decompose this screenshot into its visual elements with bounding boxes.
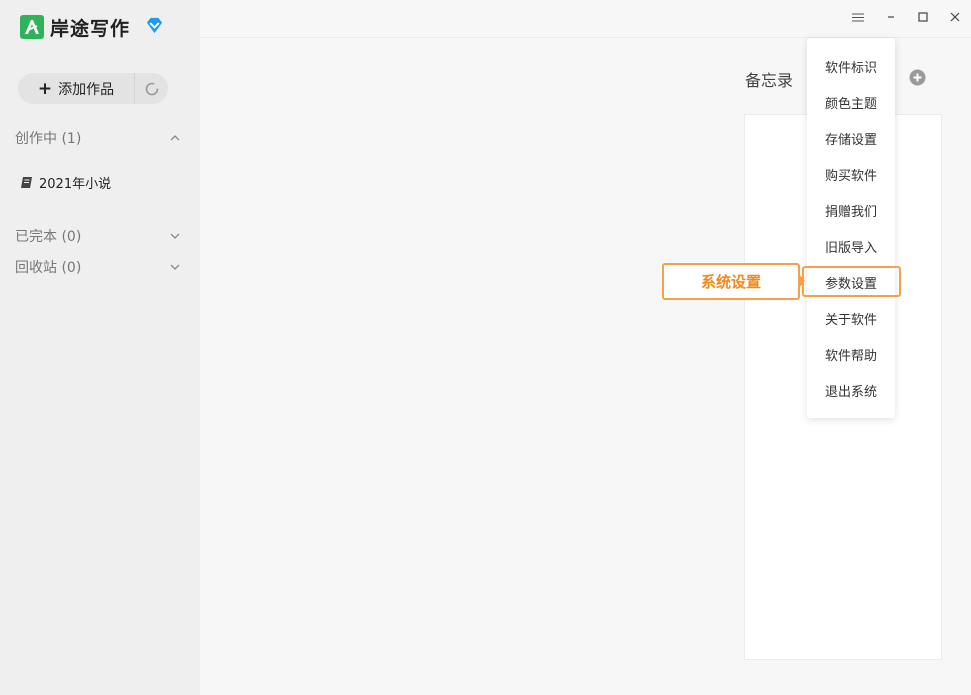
diamond-icon[interactable] (145, 16, 164, 39)
chevron-up-icon[interactable] (169, 132, 181, 144)
menu-item-software-id[interactable]: 软件标识 (807, 54, 895, 78)
close-icon[interactable] (945, 8, 965, 26)
chevron-down-icon[interactable] (169, 230, 181, 242)
section-completed[interactable]: 已完本 (0) (15, 226, 183, 246)
annotation-callout: 系统设置 (662, 263, 800, 300)
settings-menu: 软件标识 颜色主题 存储设置 购买软件 捐赠我们 旧版导入 参数设置 关于软件 … (807, 38, 895, 418)
work-item[interactable]: 2021年小说 (20, 172, 111, 192)
menu-item-exit[interactable]: 退出系统 (807, 378, 895, 402)
title-bar (200, 0, 971, 38)
minimize-icon[interactable] (881, 8, 901, 26)
menu-item-donate[interactable]: 捐赠我们 (807, 198, 895, 222)
app-brand: 岸途写作 (20, 14, 130, 40)
plus-icon: + (37, 78, 53, 99)
section-trash[interactable]: 回收站 (0) (15, 257, 183, 277)
menu-item-about[interactable]: 关于软件 (807, 306, 895, 330)
loading-icon (145, 82, 158, 95)
menu-item-storage[interactable]: 存储设置 (807, 126, 895, 150)
book-icon (20, 176, 33, 189)
add-memo-icon[interactable] (909, 69, 926, 90)
add-work-group: + 添加作品 (18, 73, 168, 104)
app-name: 岸途写作 (50, 17, 131, 40)
work-title: 2021年小说 (39, 176, 112, 192)
memo-title: 备忘录 (745, 71, 794, 90)
section-label: 回收站 (0) (15, 260, 82, 276)
section-label: 创作中 (1) (15, 131, 82, 147)
section-label: 已完本 (0) (15, 229, 82, 245)
menu-icon[interactable] (848, 8, 868, 26)
sidebar: 岸途写作 + 添加作品 创作中 (1) 2021年小说 已完本 (0) 回收站 … (0, 0, 200, 695)
menu-item-purchase[interactable]: 购买软件 (807, 162, 895, 186)
chevron-down-icon[interactable] (169, 261, 181, 273)
menu-item-highlight (802, 266, 901, 297)
menu-item-help[interactable]: 软件帮助 (807, 342, 895, 366)
menu-item-color-theme[interactable]: 颜色主题 (807, 90, 895, 114)
menu-item-legacy-import[interactable]: 旧版导入 (807, 234, 895, 258)
section-in-progress[interactable]: 创作中 (1) (15, 128, 183, 148)
maximize-icon[interactable] (913, 8, 933, 26)
add-work-label: 添加作品 (58, 81, 115, 98)
add-work-button[interactable]: + 添加作品 (18, 73, 135, 104)
app-logo-icon (20, 15, 44, 39)
sync-button[interactable] (135, 73, 168, 104)
